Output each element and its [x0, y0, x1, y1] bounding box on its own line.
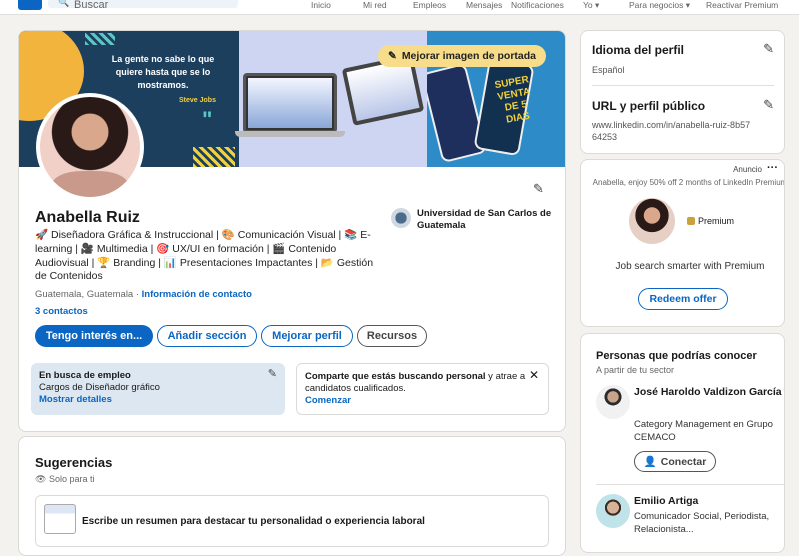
- ad-tagline: Job search smarter with Premium: [615, 261, 765, 272]
- premium-ad-card: Anuncio ··· Anabella, enjoy 50% off 2 mo…: [580, 159, 785, 327]
- divider: [592, 85, 774, 86]
- resume-icon: [44, 504, 76, 534]
- divider: [596, 484, 784, 485]
- suggestions-card: Sugerencias 👁 Solo para ti Escribe un re…: [18, 436, 566, 556]
- avatar[interactable]: [596, 494, 630, 528]
- person-headline: Category Management en Grupo CEMACO: [634, 419, 773, 443]
- edit-url-pencil-icon[interactable]: ✎: [763, 97, 774, 113]
- premium-icon: [687, 217, 695, 225]
- add-person-icon: 👤: [643, 456, 657, 468]
- redeem-offer-button[interactable]: Redeem offer: [638, 288, 728, 310]
- hiring-box: Comparte que estás buscando personal y a…: [296, 363, 549, 415]
- pencil-icon: ✎: [388, 50, 397, 62]
- start-link[interactable]: Comenzar: [305, 395, 540, 407]
- open-to-button[interactable]: Tengo interés en...: [35, 325, 153, 347]
- pymk-subtitle: A partir de tu sector: [596, 365, 675, 375]
- edit-language-pencil-icon[interactable]: ✎: [763, 41, 774, 57]
- search-placeholder: Buscar: [74, 0, 109, 11]
- chevron-down-icon: ▾: [595, 0, 600, 10]
- profile-headline: 🚀 Diseñadora Gráfica & Instruccional | 🎨…: [35, 229, 374, 283]
- suggestion-item[interactable]: Escribe un resumen para destacar tu pers…: [35, 495, 549, 547]
- people-you-may-know-card: Personas que podrías conocer A partir de…: [580, 333, 785, 553]
- add-section-button[interactable]: Añadir sección: [157, 325, 257, 347]
- premium-badge: Premium: [687, 216, 734, 226]
- laptop-illustration: [243, 73, 337, 133]
- avatar[interactable]: [36, 93, 144, 201]
- pencil-icon[interactable]: ✎: [268, 368, 277, 380]
- nav-for-business[interactable]: Para negocios ▾: [629, 0, 690, 10]
- close-icon[interactable]: ✕: [529, 369, 539, 381]
- profile-settings-card: Idioma del perfil ✎ Español URL y perfil…: [580, 30, 785, 154]
- private-note: 👁 Solo para ti: [35, 474, 95, 484]
- edit-intro-pencil-icon[interactable]: ✎: [533, 181, 544, 197]
- nav-jobs[interactable]: Empleos: [413, 0, 446, 10]
- nav-reactivate-premium[interactable]: Reactivar Premium: [706, 0, 778, 10]
- profile-language-label: Idioma del perfil: [592, 43, 685, 57]
- location-text: Guatemala, Guatemala ·: [35, 289, 142, 300]
- linkedin-logo-icon[interactable]: [18, 0, 42, 10]
- resources-button[interactable]: Recursos: [357, 325, 427, 347]
- profile-name: Anabella Ruiz: [35, 209, 140, 226]
- top-nav-bar: 🔍 Buscar Inicio Mi red Empleos Mensajes …: [0, 0, 799, 15]
- list-item: Emilio Artiga Comunicador Social, Period…: [596, 494, 784, 552]
- university-name: Universidad de San Carlos de Guatemala: [417, 208, 552, 231]
- hiring-text-bold: Comparte que estás buscando personal: [305, 371, 486, 382]
- show-details-link[interactable]: Mostrar detalles: [39, 394, 277, 406]
- enhance-profile-button[interactable]: Mejorar perfil: [261, 325, 353, 347]
- cover-sale-text: SUPER VENTA DE 5 DIAS: [493, 74, 532, 126]
- contact-info-link[interactable]: Información de contacto: [142, 289, 252, 300]
- open-to-work-title: En busca de empleo: [39, 370, 131, 381]
- search-icon: 🔍: [58, 0, 70, 7]
- profile-card: La gente no sabe lo que quiere hasta que…: [18, 30, 566, 432]
- nav-messages[interactable]: Mensajes: [466, 0, 502, 10]
- ad-text: Anabella, enjoy 50% off 2 months of Link…: [592, 178, 785, 187]
- avatar: [629, 198, 675, 244]
- contacts-link[interactable]: 3 contactos: [35, 306, 88, 317]
- nav-me[interactable]: Yo ▾: [583, 0, 599, 10]
- person-headline: Comunicador Social, Periodista, Relacion…: [634, 511, 770, 535]
- list-item: José Haroldo Valdizon García Category Ma…: [596, 385, 784, 480]
- edit-cover-label: Mejorar imagen de portada: [401, 50, 537, 62]
- public-url-value: www.linkedin.com/in/anabella-ruiz-8b5764…: [592, 120, 751, 142]
- ad-label: Anuncio: [733, 165, 762, 174]
- quote-mark-icon: ": [202, 107, 213, 132]
- pymk-title: Personas que podrías conocer: [596, 350, 757, 362]
- university-logo-icon: [391, 208, 411, 228]
- chevron-down-icon: ▾: [685, 0, 690, 10]
- person-name[interactable]: Emilio Artiga: [634, 494, 784, 509]
- search-input[interactable]: 🔍 Buscar: [48, 0, 238, 11]
- public-url-label: URL y perfil público: [592, 99, 706, 113]
- laptop-base: [235, 131, 345, 137]
- edit-cover-button[interactable]: ✎ Mejorar imagen de portada: [378, 45, 547, 67]
- open-to-work-roles: Cargos de Diseñador gráfico: [39, 382, 160, 393]
- cover-quote: La gente no sabe lo que quiere hasta que…: [111, 54, 215, 90]
- nav-home[interactable]: Inicio: [311, 0, 331, 10]
- avatar[interactable]: [596, 385, 630, 419]
- open-to-work-box: En busca de empleo Cargos de Diseñador g…: [31, 363, 285, 415]
- location-line: Guatemala, Guatemala · Información de co…: [35, 289, 252, 300]
- person-name[interactable]: José Haroldo Valdizon García: [634, 385, 784, 400]
- education-link[interactable]: Universidad de San Carlos de Guatemala: [391, 208, 561, 232]
- decorative-stripes: [193, 147, 235, 167]
- suggestions-title: Sugerencias: [35, 455, 113, 470]
- eye-icon: 👁: [35, 474, 47, 484]
- connect-button[interactable]: 👤 Conectar: [634, 451, 716, 472]
- cover-quote-author: Steve Jobs: [179, 97, 216, 104]
- more-options-icon[interactable]: ···: [767, 162, 778, 174]
- nav-my-network[interactable]: Mi red: [363, 0, 387, 10]
- profile-language-value: Español: [592, 65, 625, 75]
- nav-notifications[interactable]: Notificaciones: [511, 0, 564, 10]
- suggestion-text: Escribe un resumen para destacar tu pers…: [82, 516, 425, 527]
- decorative-stripes: [85, 33, 115, 45]
